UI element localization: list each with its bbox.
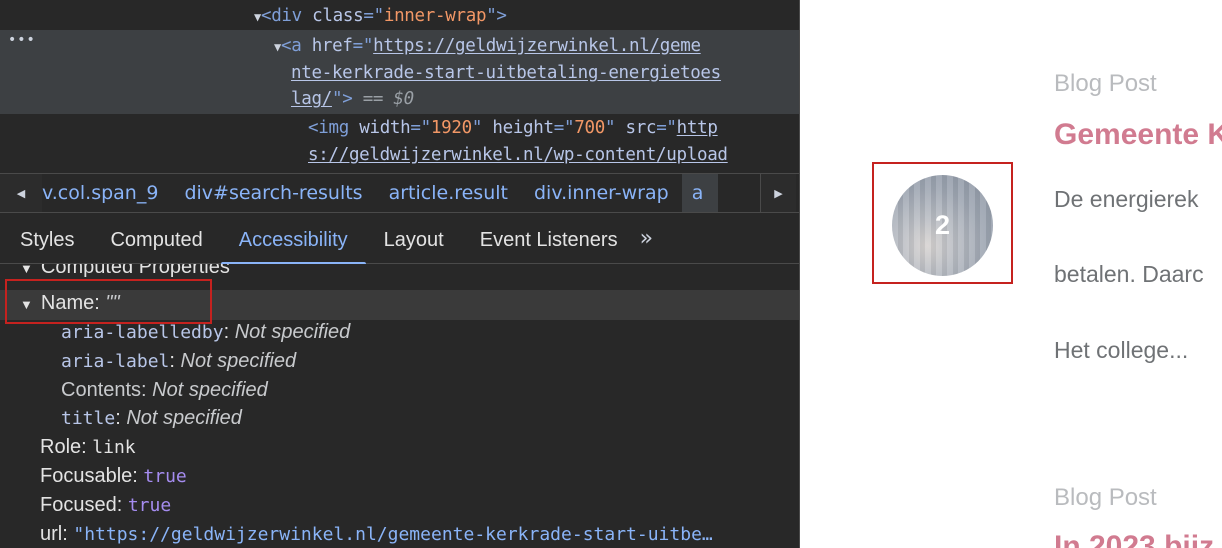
post-thumbnail-link[interactable]: 2	[892, 175, 993, 276]
breadcrumb: ◀ v.col.span_9 div#search-results articl…	[0, 173, 799, 213]
tree-node-a[interactable]: ▼<a href="https://geldwijzerwinkel.nl/ge…	[274, 32, 701, 61]
post-excerpt-line: De energierek	[1054, 186, 1199, 212]
post-excerpt-line: betalen. Daarc	[1054, 261, 1204, 287]
breadcrumb-item[interactable]: div#search-results	[171, 174, 375, 212]
breadcrumb-item[interactable]: div.inner-wrap	[521, 174, 682, 212]
post-type-label: Blog Post	[1054, 70, 1157, 97]
breadcrumb-list: v.col.span_9 div#search-results article.…	[42, 174, 718, 212]
tree-node-div-inner-wrap[interactable]: ▼<div class="inner-wrap">	[254, 2, 507, 31]
tree-node-img[interactable]: <img width="1920" height="700" src="http	[308, 114, 718, 142]
focusable-row: Focusable: true	[40, 465, 187, 487]
post-excerpt-line: Het college...	[1054, 337, 1189, 363]
focused-row: Focused: true	[40, 494, 172, 516]
tab-event-listeners[interactable]: Event Listeners	[462, 214, 636, 264]
aria-label-row: aria-label: Not specified	[61, 350, 297, 372]
web-page-viewport: Blog Post Gemeente K 2 De energierek bet…	[800, 0, 1222, 548]
tab-accessibility[interactable]: Accessibility	[220, 214, 366, 265]
breadcrumb-scroll-left-button[interactable]: ◀	[0, 174, 42, 212]
expand-triangle-icon[interactable]: ▼	[254, 10, 261, 24]
post-title-link[interactable]: Gemeente K	[1054, 118, 1222, 152]
breadcrumb-item[interactable]: v.col.span_9	[42, 174, 171, 212]
expand-triangle-icon[interactable]: ▼	[274, 40, 281, 54]
post-type-label: Blog Post	[1054, 484, 1157, 511]
url-row: url: "https://geldwijzerwinkel.nl/gemeen…	[40, 523, 713, 545]
tree-node-a-href-cont: nte-kerkrade-start-uitbetaling-energieto…	[291, 63, 721, 83]
breadcrumb-scroll-right-button[interactable]: ▶	[760, 174, 796, 212]
aria-labelledby-row: aria-labelledby: Not specified	[61, 321, 351, 343]
tree-node-img-src-cont: s://geldwijzerwinkel.nl/wp-content/uploa…	[308, 145, 728, 165]
tree-node-a-href-end: lag/"> == $0	[291, 89, 414, 109]
tab-styles[interactable]: Styles	[0, 214, 92, 264]
breadcrumb-item-active[interactable]: a	[681, 174, 718, 212]
breadcrumb-item[interactable]: article.result	[376, 174, 521, 212]
contents-row: Contents: Not specified	[61, 379, 268, 401]
tab-layout[interactable]: Layout	[366, 214, 462, 264]
sidebar-tab-bar: Styles Computed Accessibility Layout Eve…	[0, 214, 799, 265]
post-title-link[interactable]: In 2023 bijz	[1054, 530, 1214, 548]
title-row: title: Not specified	[61, 407, 242, 429]
elements-tree: ••• ▼<div class="inner-wrap"> ▼<a href="…	[0, 0, 799, 172]
devtools-panel: ••• ▼<div class="inner-wrap"> ▼<a href="…	[0, 0, 800, 548]
role-row: Role: link	[40, 436, 136, 458]
tab-computed[interactable]: Computed	[92, 214, 220, 264]
accessibility-pane: ▼ Computed Properties ▼ Name: "" aria-labe…	[0, 264, 799, 548]
node-actions-dots[interactable]: •••	[8, 32, 36, 48]
more-tabs-chevron-icon[interactable]: »	[636, 214, 653, 264]
annotation-number-label: 2	[934, 210, 951, 240]
